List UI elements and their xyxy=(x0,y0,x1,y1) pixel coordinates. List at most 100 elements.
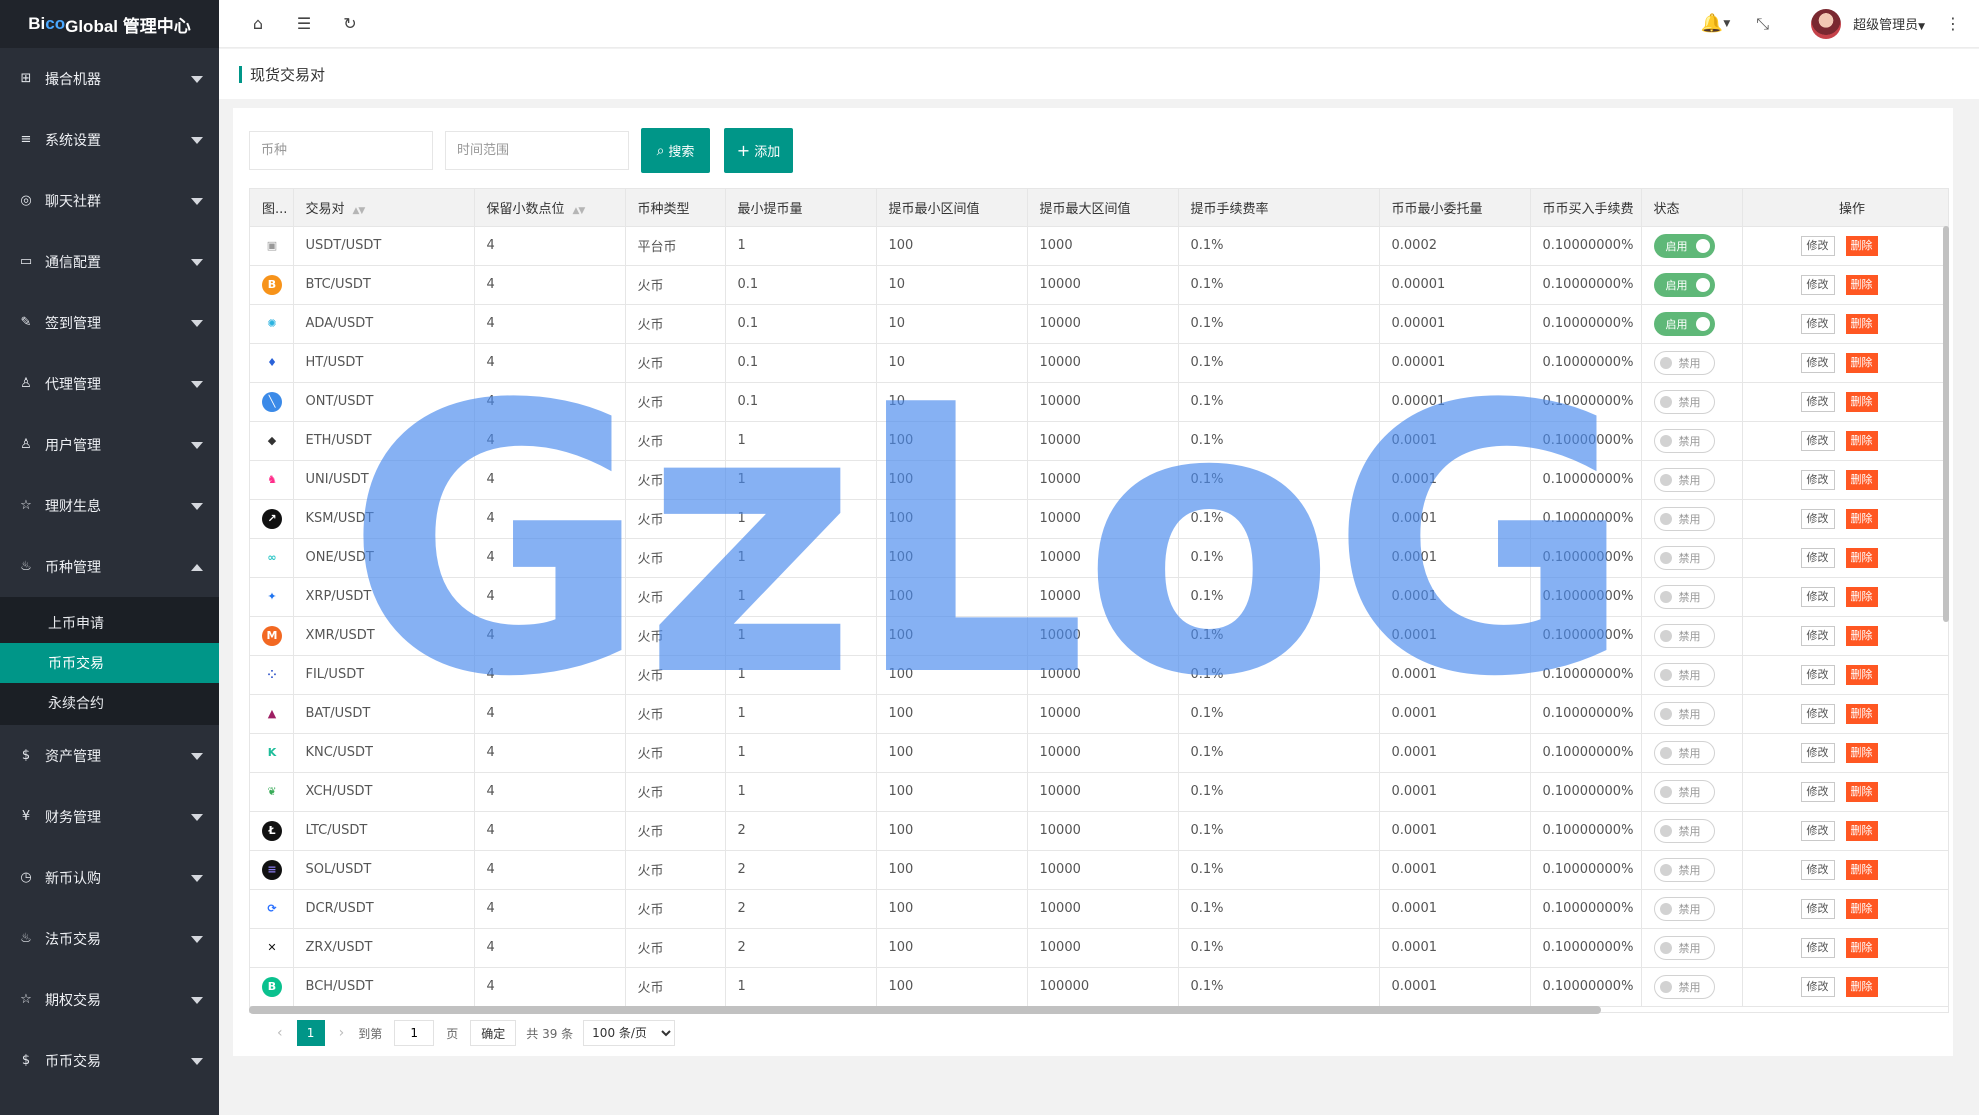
fullscreen-icon[interactable]: ⤡ xyxy=(1756,14,1769,34)
delete-button[interactable]: 删除 xyxy=(1845,469,1878,490)
sidebar-item[interactable]: ≡ 系统设置 xyxy=(0,109,219,170)
edit-button[interactable]: 修改 xyxy=(1800,508,1835,529)
status-toggle[interactable]: 禁用 xyxy=(1653,467,1715,492)
edit-button[interactable]: 修改 xyxy=(1800,859,1835,880)
status-toggle[interactable]: 禁用 xyxy=(1653,701,1715,726)
sidebar-item[interactable]: ☆ 期权交易 xyxy=(0,969,219,1030)
sidebar-item[interactable]: ♙ 用户管理 xyxy=(0,414,219,475)
status-toggle[interactable]: 禁用 xyxy=(1653,740,1715,765)
edit-button[interactable]: 修改 xyxy=(1800,391,1835,412)
edit-button[interactable]: 修改 xyxy=(1800,742,1835,763)
edit-button[interactable]: 修改 xyxy=(1800,937,1835,958)
status-toggle[interactable]: 启用 xyxy=(1653,311,1715,336)
status-toggle[interactable]: 禁用 xyxy=(1653,857,1715,882)
delete-button[interactable]: 删除 xyxy=(1845,235,1878,256)
submenu-item[interactable]: 上币申请 xyxy=(0,603,219,643)
prev-page-icon[interactable]: ‹ xyxy=(277,1025,283,1041)
coin-search-input[interactable] xyxy=(249,131,433,170)
edit-button[interactable]: 修改 xyxy=(1800,352,1835,373)
edit-button[interactable]: 修改 xyxy=(1800,430,1835,451)
notification-bell-icon[interactable]: 🔔▼ xyxy=(1701,13,1730,34)
status-toggle[interactable]: 禁用 xyxy=(1653,389,1715,414)
edit-button[interactable]: 修改 xyxy=(1800,820,1835,841)
edit-button[interactable]: 修改 xyxy=(1800,898,1835,919)
delete-button[interactable]: 删除 xyxy=(1845,742,1878,763)
delete-button[interactable]: 删除 xyxy=(1845,430,1878,451)
edit-button[interactable]: 修改 xyxy=(1800,664,1835,685)
status-toggle[interactable]: 禁用 xyxy=(1653,662,1715,687)
status-toggle[interactable]: 禁用 xyxy=(1653,974,1715,999)
status-toggle[interactable]: 禁用 xyxy=(1653,428,1715,453)
delete-button[interactable]: 删除 xyxy=(1845,625,1878,646)
status-toggle[interactable]: 启用 xyxy=(1653,272,1715,297)
sidebar-item[interactable]: ✎ 签到管理 xyxy=(0,292,219,353)
sort-icon[interactable]: ▲▼ xyxy=(573,206,586,216)
delete-button[interactable]: 删除 xyxy=(1845,820,1878,841)
delete-button[interactable]: 删除 xyxy=(1845,703,1878,724)
search-button[interactable]: ⌕ 搜索 xyxy=(641,128,710,173)
status-toggle[interactable]: 禁用 xyxy=(1653,584,1715,609)
sidebar-item[interactable]: $ 币币交易 xyxy=(0,1030,219,1091)
delete-button[interactable]: 删除 xyxy=(1845,352,1878,373)
sidebar-item[interactable]: ¥ 财务管理 xyxy=(0,786,219,847)
edit-button[interactable]: 修改 xyxy=(1800,235,1835,256)
status-toggle[interactable]: 禁用 xyxy=(1653,623,1715,648)
sidebar-item[interactable]: ♨ 法币交易 xyxy=(0,908,219,969)
menu-toggle-icon[interactable]: ☰ xyxy=(281,14,327,33)
user-menu[interactable]: 超级管理员▼ xyxy=(1853,14,1925,33)
add-button[interactable]: + 添加 xyxy=(724,128,793,173)
edit-button[interactable]: 修改 xyxy=(1800,586,1835,607)
edit-button[interactable]: 修改 xyxy=(1800,703,1835,724)
page-confirm-button[interactable]: 确定 xyxy=(470,1020,517,1046)
status-toggle[interactable]: 禁用 xyxy=(1653,896,1715,921)
delete-button[interactable]: 删除 xyxy=(1845,586,1878,607)
status-toggle[interactable]: 禁用 xyxy=(1653,818,1715,843)
status-toggle[interactable]: 禁用 xyxy=(1653,779,1715,804)
delete-button[interactable]: 删除 xyxy=(1845,274,1878,295)
delete-button[interactable]: 删除 xyxy=(1845,547,1878,568)
time-range-input[interactable] xyxy=(445,131,629,170)
edit-button[interactable]: 修改 xyxy=(1800,976,1835,997)
vertical-scrollbar[interactable] xyxy=(1943,226,1949,622)
submenu-item[interactable]: 币币交易 xyxy=(0,643,219,683)
edit-button[interactable]: 修改 xyxy=(1800,625,1835,646)
delete-button[interactable]: 删除 xyxy=(1845,313,1878,334)
page-1-button[interactable]: 1 xyxy=(296,1020,325,1046)
delete-button[interactable]: 删除 xyxy=(1845,859,1878,880)
horizontal-scrollbar[interactable] xyxy=(249,1006,1601,1014)
sidebar-item[interactable]: ▭ 通信配置 xyxy=(0,231,219,292)
sort-icon[interactable]: ▲▼ xyxy=(353,206,366,216)
refresh-icon[interactable]: ↻ xyxy=(327,14,373,33)
avatar[interactable] xyxy=(1811,8,1842,39)
edit-button[interactable]: 修改 xyxy=(1800,547,1835,568)
next-page-icon[interactable]: › xyxy=(339,1025,345,1041)
app-logo[interactable]: Bi co Global 管理中心 xyxy=(0,0,219,48)
sidebar-item[interactable]: ♨ 币种管理 xyxy=(0,536,219,597)
sidebar-item[interactable]: ⊞ 撮合机器 xyxy=(0,48,219,109)
status-toggle[interactable]: 禁用 xyxy=(1653,350,1715,375)
edit-button[interactable]: 修改 xyxy=(1800,469,1835,490)
sidebar-item[interactable]: ◎ 聊天社群 xyxy=(0,170,219,231)
status-toggle[interactable]: 禁用 xyxy=(1653,506,1715,531)
page-number-input[interactable] xyxy=(394,1020,435,1046)
status-toggle[interactable]: 启用 xyxy=(1653,233,1715,258)
home-icon[interactable]: ⌂ xyxy=(235,14,281,33)
delete-button[interactable]: 删除 xyxy=(1845,898,1878,919)
status-toggle[interactable]: 禁用 xyxy=(1653,545,1715,570)
more-vertical-icon[interactable]: ⋮ xyxy=(1945,14,1961,33)
edit-button[interactable]: 修改 xyxy=(1800,781,1835,802)
sidebar-item[interactable]: ☆ 理财生息 xyxy=(0,475,219,536)
delete-button[interactable]: 删除 xyxy=(1845,937,1878,958)
delete-button[interactable]: 删除 xyxy=(1845,391,1878,412)
page-size-select[interactable]: 100 条/页 xyxy=(583,1020,676,1046)
delete-button[interactable]: 删除 xyxy=(1845,976,1878,997)
delete-button[interactable]: 删除 xyxy=(1845,508,1878,529)
submenu-item[interactable]: 永续合约 xyxy=(0,683,219,723)
sidebar-item[interactable]: ◷ 新币认购 xyxy=(0,847,219,908)
delete-button[interactable]: 删除 xyxy=(1845,664,1878,685)
delete-button[interactable]: 删除 xyxy=(1845,781,1878,802)
column-header[interactable]: 保留小数点位 ▲▼ xyxy=(474,189,626,227)
sidebar-item[interactable]: ♙ 代理管理 xyxy=(0,353,219,414)
sidebar-item[interactable]: $ 资产管理 xyxy=(0,725,219,786)
edit-button[interactable]: 修改 xyxy=(1800,274,1835,295)
